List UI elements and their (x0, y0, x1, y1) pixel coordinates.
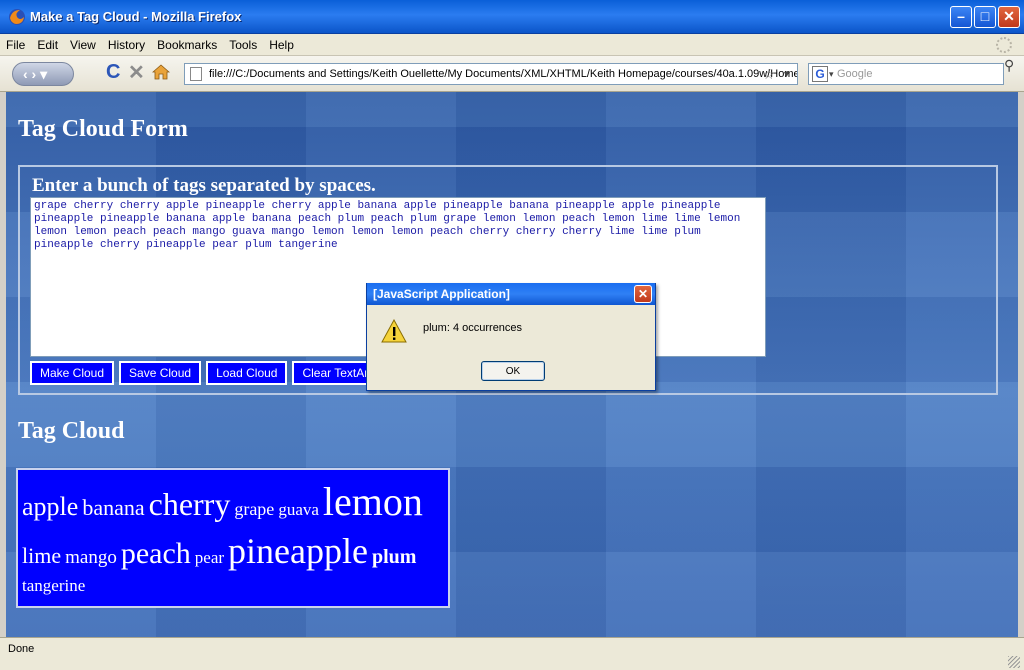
url-bar[interactable]: file:///C:/Documents and Settings/Keith … (184, 63, 798, 85)
cloud-tag-mango: mango (65, 547, 117, 568)
menu-history[interactable]: History (102, 34, 151, 52)
status-bar: Done (0, 637, 1024, 670)
button-row: Make Cloud Save Cloud Load Cloud Clear T… (30, 361, 383, 385)
cloud-tag-tangerine: tangerine (22, 575, 86, 595)
url-text: file:///C:/Documents and Settings/Keith … (209, 68, 798, 80)
load-cloud-button[interactable]: Load Cloud (206, 361, 288, 385)
throbber-icon (996, 37, 1012, 53)
menu-bar: File Edit View History Bookmarks Tools Help (0, 34, 1024, 56)
cloud-tag-peach: peach (120, 537, 191, 570)
dialog-message: plum: 4 occurrences (423, 322, 523, 334)
cloud-tag-lemon: lemon (322, 479, 423, 524)
page-icon (190, 67, 202, 81)
tag-cloud: apple banana cherry grape guava lemon li… (16, 468, 450, 608)
cloud-heading: Tag Cloud (18, 418, 125, 444)
minimize-button[interactable]: – (950, 6, 972, 28)
cloud-tag-lime: lime (22, 543, 62, 568)
cloud-tag-pineapple: pineapple (228, 531, 368, 571)
stop-icon[interactable]: ✕ (128, 60, 145, 84)
window-title: Make a Tag Cloud - Mozilla Firefox (30, 9, 242, 24)
menu-tools[interactable]: Tools (223, 34, 263, 52)
cloud-tag-plum: plum (372, 546, 417, 568)
cloud-tag-grape: grape (234, 499, 275, 519)
make-cloud-button[interactable]: Make Cloud (30, 361, 115, 385)
ok-button[interactable]: OK (481, 361, 545, 381)
menu-bookmarks[interactable]: Bookmarks (151, 34, 223, 52)
maximize-button[interactable]: □ (974, 6, 996, 28)
form-heading: Tag Cloud Form (18, 116, 188, 142)
cloud-tag-cherry: cherry (148, 486, 231, 522)
instructions-label: Enter a bunch of tags separated by space… (32, 175, 376, 196)
cloud-tag-banana: banana (82, 495, 145, 520)
status-text: Done (8, 643, 35, 655)
home-icon[interactable] (152, 64, 170, 80)
alert-dialog: [JavaScript Application] ✕ plum: 4 occur… (366, 283, 656, 391)
google-engine-icon[interactable]: G (812, 66, 828, 82)
menu-view[interactable]: View (64, 34, 102, 52)
search-magnifier-icon[interactable]: ⚲ (1004, 57, 1018, 74)
menu-file[interactable]: File (0, 34, 31, 52)
bookmark-star-icon[interactable]: ☆ (762, 64, 775, 84)
window-titlebar: Make a Tag Cloud - Mozilla Firefox – □ ✕ (0, 0, 1024, 34)
cloud-tag-apple: apple (22, 492, 79, 521)
reload-icon[interactable]: C (106, 61, 120, 85)
dialog-close-button[interactable]: ✕ (634, 285, 652, 303)
close-window-button[interactable]: ✕ (998, 6, 1020, 28)
search-box[interactable]: G ▾ Google (808, 63, 1004, 85)
search-placeholder: Google (837, 68, 873, 80)
cloud-tag-pear: pear (194, 548, 225, 567)
firefox-icon (9, 9, 25, 25)
navigation-toolbar: ‹ › ▾ C ✕ file:///C:/Documents and Setti… (0, 56, 1024, 92)
warning-icon (381, 319, 407, 343)
engine-dropdown-icon[interactable]: ▾ (829, 64, 834, 84)
back-forward-button[interactable]: ‹ › ▾ (12, 62, 74, 86)
save-cloud-button[interactable]: Save Cloud (119, 361, 202, 385)
cloud-tag-guava: guava (278, 500, 319, 519)
menu-edit[interactable]: Edit (31, 34, 64, 52)
menu-help[interactable]: Help (263, 34, 300, 52)
dialog-title: [JavaScript Application] (367, 283, 655, 305)
resize-grip-icon[interactable] (1008, 656, 1020, 668)
url-dropdown-icon[interactable]: ▼ (782, 64, 791, 84)
dialog-title-text: [JavaScript Application] (373, 287, 510, 301)
